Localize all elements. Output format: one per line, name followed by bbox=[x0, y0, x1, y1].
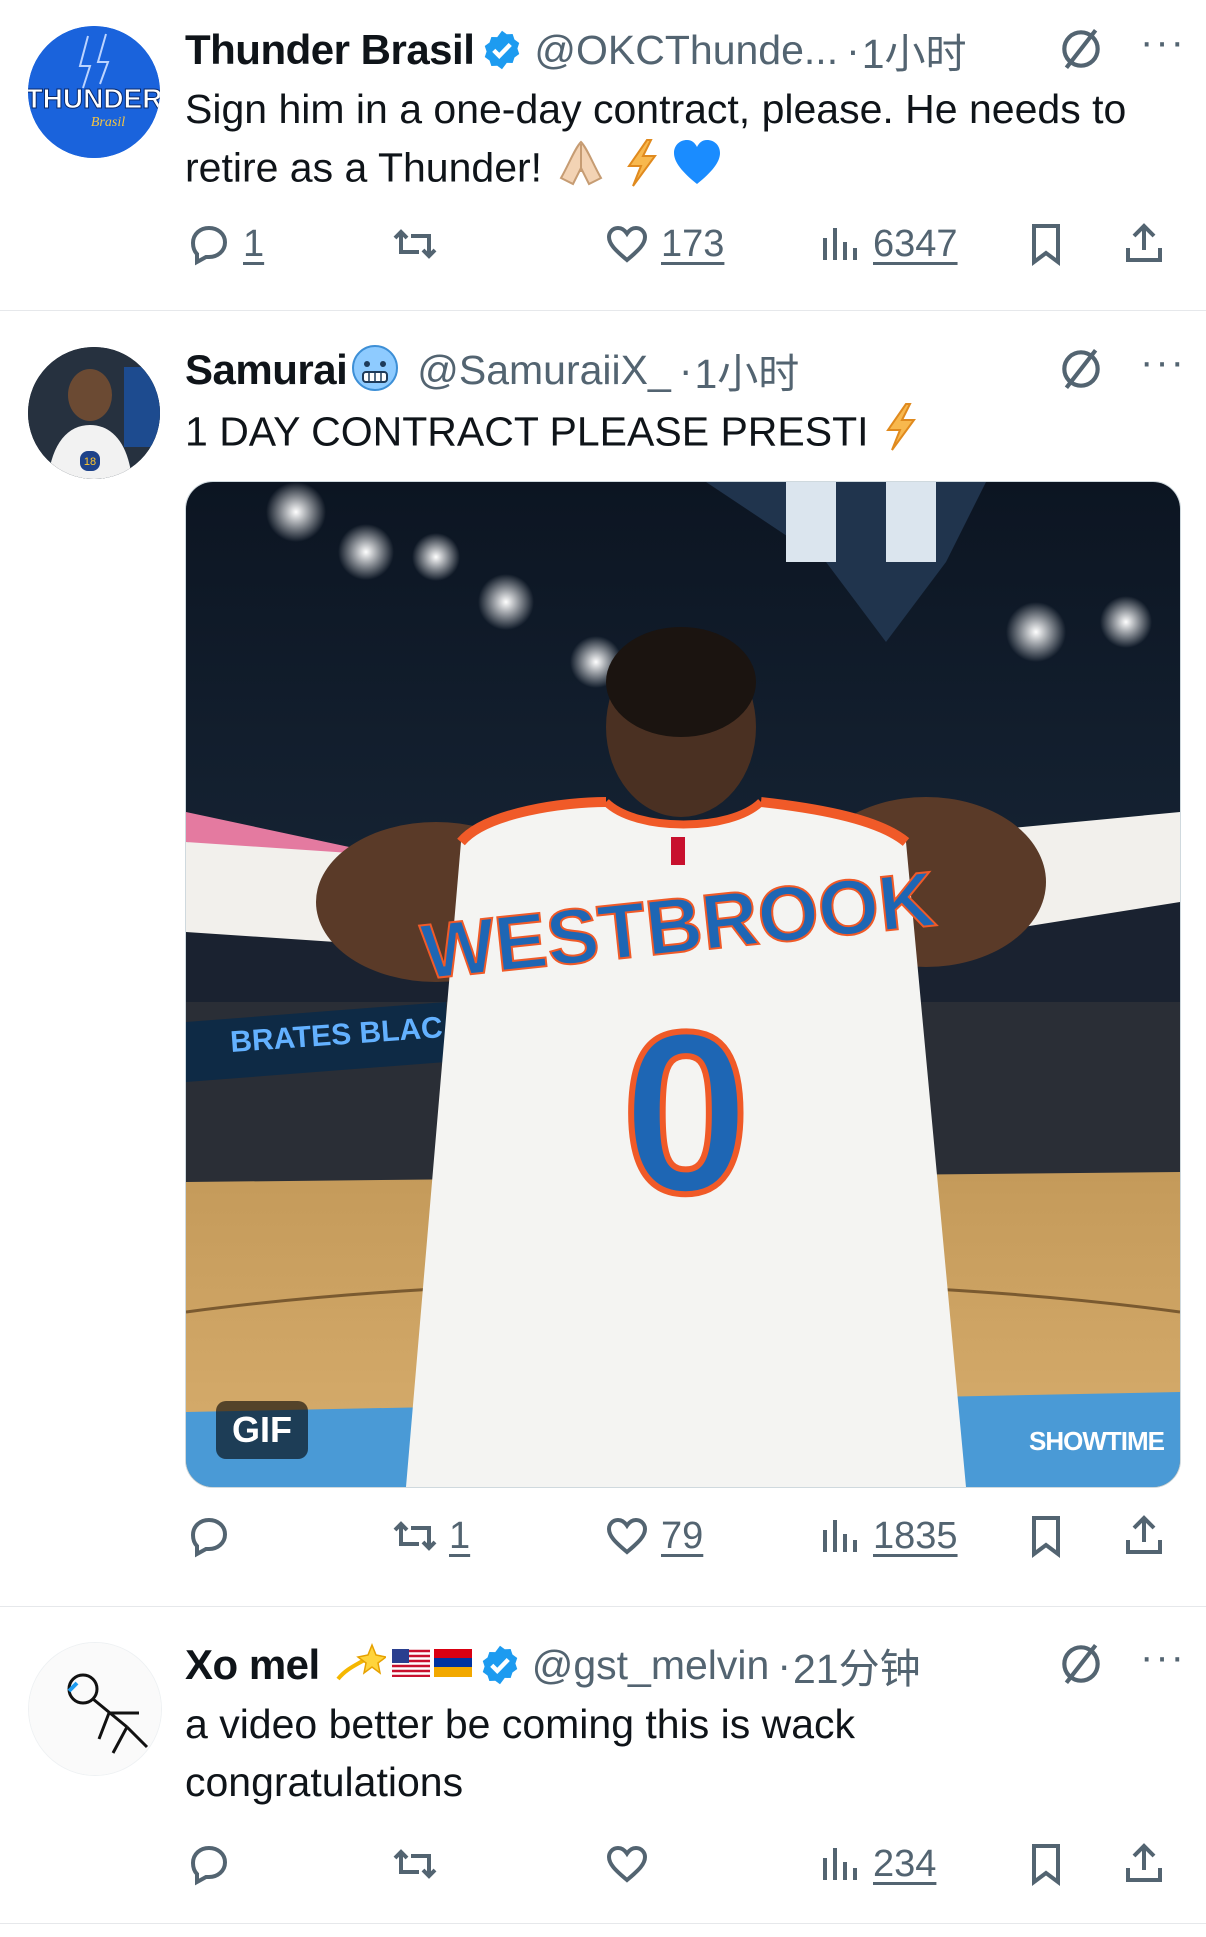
cold-face-emoji bbox=[351, 344, 399, 397]
bookmark-icon bbox=[1032, 1516, 1060, 1558]
dizzy-emoji bbox=[332, 1639, 388, 1692]
gif-badge: GIF bbox=[216, 1401, 308, 1459]
grok-icon[interactable] bbox=[1056, 344, 1106, 394]
repost-icon bbox=[393, 1521, 437, 1551]
us-flag-emoji bbox=[391, 1648, 430, 1682]
verified-badge-icon bbox=[485, 30, 520, 70]
share-icon bbox=[1126, 1843, 1162, 1882]
armenia-flag-emoji bbox=[433, 1648, 472, 1682]
reply-icon bbox=[190, 1517, 228, 1558]
like-button[interactable] bbox=[603, 1834, 661, 1894]
repost-icon bbox=[393, 1849, 437, 1879]
share-button[interactable] bbox=[1120, 1834, 1168, 1894]
blue-heart-emoji bbox=[672, 138, 722, 203]
svg-text:Brasil: Brasil bbox=[91, 115, 125, 130]
reply-count: 1 bbox=[243, 222, 265, 265]
views-button[interactable]: 234 bbox=[815, 1834, 936, 1894]
repost-button[interactable] bbox=[391, 1834, 449, 1894]
more-options-icon[interactable]: ··· bbox=[1140, 1635, 1186, 1680]
jersey-number: 0 bbox=[622, 984, 750, 1241]
folded-hands-emoji bbox=[553, 138, 609, 203]
like-count: 79 bbox=[661, 1514, 704, 1557]
views-button[interactable]: 6347 bbox=[815, 214, 958, 274]
repost-count: 1 bbox=[449, 1514, 471, 1557]
avatar-thunder-brasil[interactable]: THUNDER Brasil bbox=[28, 26, 160, 158]
share-button[interactable] bbox=[1120, 214, 1168, 274]
tweet-time[interactable]: 1小时 bbox=[862, 20, 967, 80]
author-handle[interactable]: @gst_melvin bbox=[532, 1642, 770, 1689]
bookmark-button[interactable] bbox=[1022, 214, 1070, 274]
avatar-xo-mel[interactable] bbox=[28, 1642, 162, 1776]
reply-button[interactable]: 1 bbox=[185, 214, 264, 274]
separator-dot: · bbox=[678, 346, 693, 393]
bookmark-button[interactable] bbox=[1022, 1506, 1070, 1566]
heart-icon bbox=[606, 1845, 648, 1883]
lightning-emoji bbox=[621, 138, 661, 203]
like-button[interactable]: 173 bbox=[603, 214, 724, 274]
bookmark-icon bbox=[1032, 1844, 1060, 1886]
author-handle[interactable]: @OKCThunde... bbox=[534, 27, 838, 74]
heart-icon bbox=[606, 1517, 648, 1555]
avatar-label: THUNDER bbox=[28, 83, 160, 114]
avatar-samurai[interactable]: 18 bbox=[28, 347, 160, 479]
view-count: 234 bbox=[873, 1842, 937, 1885]
tweet-text: 1 DAY CONTRACT PLEASE PRESTI bbox=[185, 402, 1166, 467]
grok-icon[interactable] bbox=[1056, 24, 1106, 74]
more-options-icon[interactable]: ··· bbox=[1140, 340, 1186, 385]
tweet-text-content: 1 DAY CONTRACT PLEASE PRESTI bbox=[185, 408, 869, 455]
repost-icon bbox=[393, 229, 437, 259]
reply-button[interactable] bbox=[185, 1506, 243, 1566]
like-button[interactable]: 79 bbox=[603, 1506, 703, 1566]
tweet-2[interactable]: 18 Samurai @SamuraiiX_ · 1小时 ··· 1 DAY C… bbox=[0, 311, 1206, 1607]
verified-badge-icon bbox=[482, 1645, 517, 1685]
separator-dot: · bbox=[777, 1641, 791, 1688]
tweet-text: Sign him in a one-day contract, please. … bbox=[185, 80, 1166, 203]
share-icon bbox=[1126, 1515, 1162, 1554]
tweet-time[interactable]: 21分钟 bbox=[793, 1635, 921, 1695]
author-handle[interactable]: @SamuraiiX_ bbox=[417, 347, 671, 394]
repost-button[interactable] bbox=[391, 214, 449, 274]
like-count: 173 bbox=[661, 222, 725, 265]
grok-icon[interactable] bbox=[1056, 1639, 1106, 1689]
views-icon bbox=[823, 1520, 857, 1552]
showtime-watermark: SHOWTIME bbox=[1029, 1426, 1165, 1456]
share-icon bbox=[1126, 223, 1162, 262]
views-icon bbox=[823, 1848, 857, 1880]
author-name[interactable]: Thunder Brasil bbox=[185, 26, 475, 74]
share-button[interactable] bbox=[1120, 1506, 1168, 1566]
author-name[interactable]: Xo mel bbox=[185, 1641, 320, 1689]
tweet-3[interactable]: Xo mel @gst_melvin · 21分钟 ··· a video be… bbox=[0, 1607, 1206, 1924]
tweet-1[interactable]: THUNDER Brasil Thunder Brasil @OKCThunde… bbox=[0, 0, 1206, 311]
gif-image: BRATES BLAC WESTBROOK 0 bbox=[186, 482, 1180, 1487]
view-count: 6347 bbox=[873, 222, 958, 265]
views-icon bbox=[823, 228, 857, 260]
view-count: 1835 bbox=[873, 1514, 958, 1557]
more-options-icon[interactable]: ··· bbox=[1140, 20, 1186, 65]
heart-icon bbox=[606, 225, 648, 263]
svg-text:18: 18 bbox=[84, 456, 96, 468]
reply-icon bbox=[190, 225, 228, 266]
repost-button[interactable]: 1 bbox=[391, 1506, 470, 1566]
tweet-time[interactable]: 1小时 bbox=[694, 340, 799, 400]
reply-button[interactable] bbox=[185, 1834, 243, 1894]
author-name[interactable]: Samurai bbox=[185, 346, 348, 394]
views-button[interactable]: 1835 bbox=[815, 1506, 958, 1566]
bookmark-icon bbox=[1032, 224, 1060, 266]
lightning-emoji bbox=[880, 402, 920, 467]
separator-dot: · bbox=[846, 26, 860, 73]
gif-media[interactable]: BRATES BLAC WESTBROOK 0 GIF SHOWTIME bbox=[185, 481, 1181, 1488]
bookmark-button[interactable] bbox=[1022, 1834, 1070, 1894]
tweet-text: a video better be coming this is wack co… bbox=[185, 1701, 855, 1805]
reply-icon bbox=[190, 1845, 228, 1886]
